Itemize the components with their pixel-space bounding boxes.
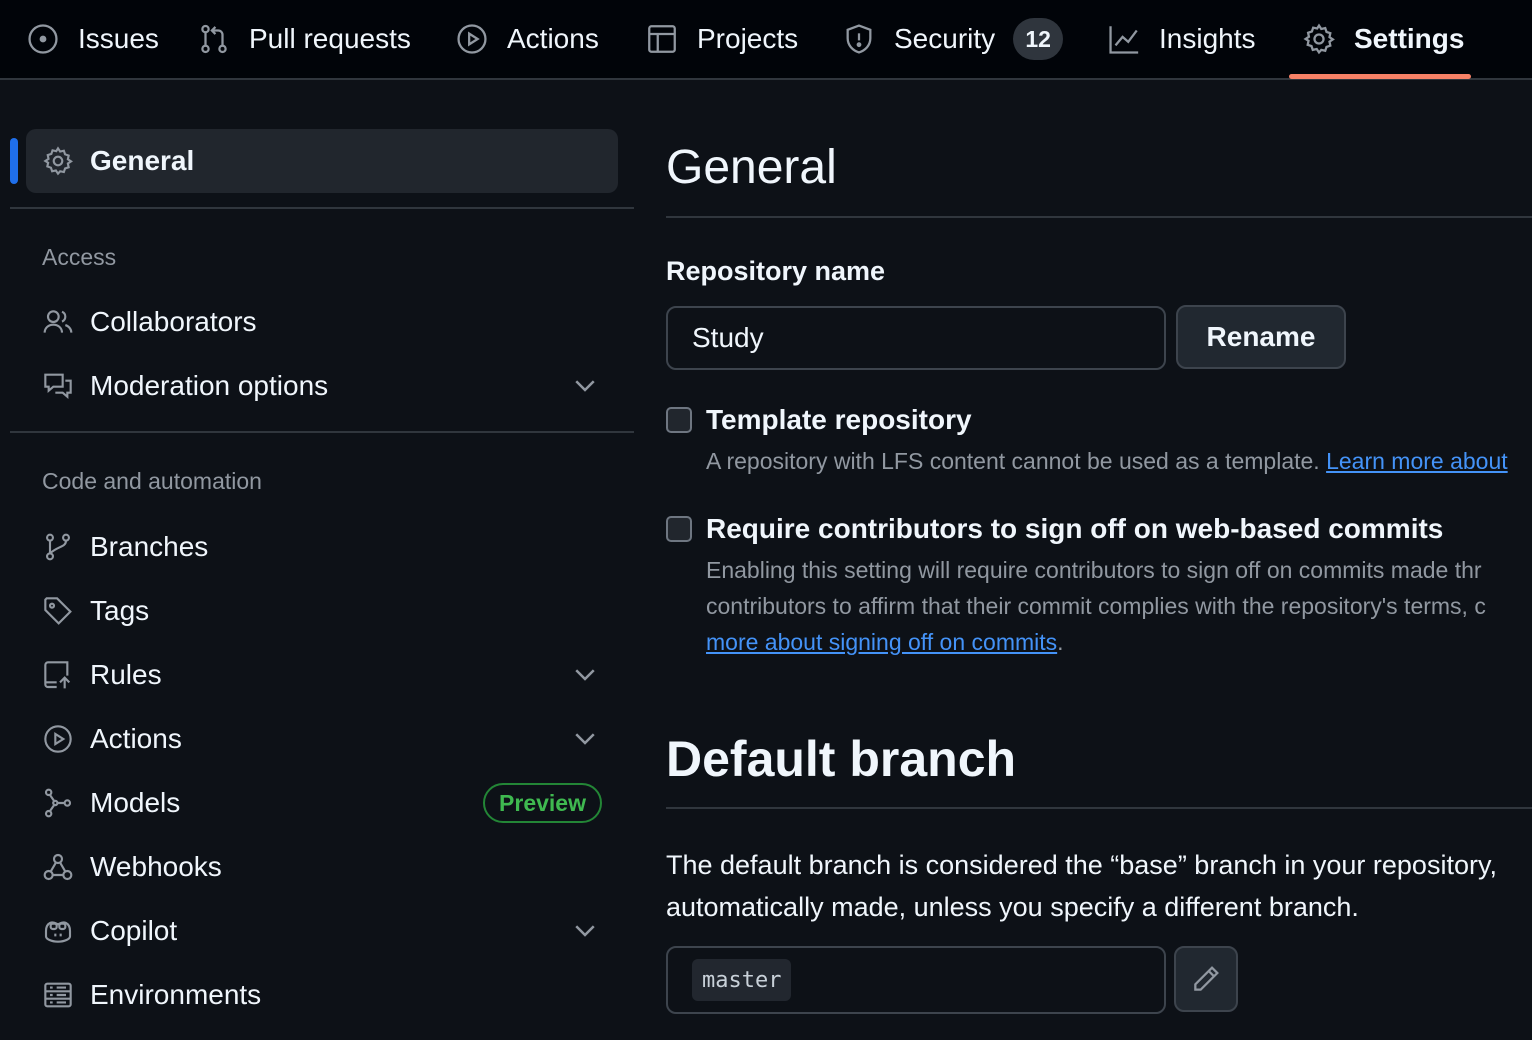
default-branch-field: master bbox=[666, 946, 1166, 1014]
sign-off-learn-more-link[interactable]: more about signing off on commits bbox=[706, 629, 1057, 655]
sidebar-item-branches[interactable]: Branches bbox=[26, 515, 618, 579]
settings-main: General Repository name Rename Template … bbox=[666, 80, 1532, 1040]
server-icon bbox=[44, 982, 72, 1008]
sidebar-item-label: Models bbox=[90, 787, 181, 818]
tab-issues-label: Issues bbox=[78, 23, 159, 54]
tab-actions-label: Actions bbox=[507, 23, 599, 54]
sign-off-checkbox[interactable] bbox=[666, 516, 692, 542]
git-pull-request-icon bbox=[201, 24, 227, 54]
copilot-icon bbox=[44, 921, 72, 943]
sidebar-item-actions[interactable]: Actions bbox=[26, 707, 618, 771]
sidebar-item-rules[interactable]: Rules bbox=[26, 643, 618, 707]
tab-settings[interactable]: Settings bbox=[1302, 0, 1464, 78]
chevron-down-icon bbox=[575, 380, 595, 392]
webhook-icon bbox=[43, 853, 73, 881]
sidebar-heading-access: Access bbox=[42, 244, 117, 270]
sidebar-item-collaborators[interactable]: Collaborators bbox=[26, 290, 618, 354]
active-tab-indicator bbox=[1289, 74, 1471, 79]
template-repository-note: A repository with LFS content cannot be … bbox=[706, 443, 1508, 479]
sidebar-item-environments[interactable]: Environments bbox=[26, 963, 618, 1027]
tab-insights[interactable]: Insights bbox=[1107, 0, 1256, 78]
tag-icon bbox=[44, 597, 72, 625]
comment-discussion-icon bbox=[44, 373, 72, 399]
sidebar-item-label: Tags bbox=[90, 595, 150, 626]
sidebar-item-label: Environments bbox=[90, 979, 262, 1010]
sidebar-item-moderation-options[interactable]: Moderation options bbox=[26, 354, 618, 418]
chevron-down-icon bbox=[575, 669, 595, 681]
tab-issues[interactable]: Issues bbox=[26, 0, 159, 78]
pencil-icon bbox=[1194, 966, 1219, 991]
template-repository-label: Template repository bbox=[706, 404, 972, 435]
gear-icon bbox=[43, 146, 73, 176]
learn-more-template-link[interactable]: Learn more about bbox=[1326, 448, 1508, 474]
sidebar-item-label: Branches bbox=[90, 531, 209, 562]
people-icon bbox=[43, 310, 73, 333]
sidebar-heading-code-automation: Code and automation bbox=[42, 468, 262, 494]
tab-actions[interactable]: Actions bbox=[455, 0, 599, 78]
repository-name-input[interactable] bbox=[666, 306, 1166, 370]
sidebar-item-label: Copilot bbox=[90, 915, 178, 946]
issue-opened-icon bbox=[28, 24, 58, 54]
tab-pull-requests[interactable]: Pull requests bbox=[197, 0, 411, 78]
security-alert-count: 12 bbox=[1013, 18, 1064, 60]
sidebar-item-label: Collaborators bbox=[90, 306, 257, 337]
tab-security[interactable]: Security 12 bbox=[842, 0, 1064, 78]
sidebar-item-label: General bbox=[90, 145, 195, 176]
tab-settings-label: Settings bbox=[1354, 23, 1465, 54]
tab-pull-requests-label: Pull requests bbox=[249, 23, 411, 54]
repository-name-label: Repository name bbox=[666, 256, 886, 286]
template-note-text: A repository with LFS content cannot be … bbox=[706, 448, 1320, 474]
repo-navigation: Issues Pull requests Actions Projects Se… bbox=[0, 0, 1532, 80]
sign-off-period: . bbox=[1057, 629, 1064, 655]
sign-off-note-line-2: contributors to affirm that their commit… bbox=[706, 593, 1486, 619]
sidebar-item-general[interactable]: General bbox=[26, 129, 618, 193]
sidebar-item-label: Actions bbox=[90, 723, 182, 754]
divider bbox=[666, 216, 1532, 218]
sidebar-item-webhooks[interactable]: Webhooks bbox=[26, 835, 618, 899]
page-title: General bbox=[666, 141, 837, 194]
rename-button[interactable]: Rename bbox=[1176, 305, 1346, 369]
description-line-1: The default branch is considered the “ba… bbox=[666, 850, 1497, 880]
default-branch-description: The default branch is considered the “ba… bbox=[666, 844, 1497, 928]
sidebar-item-label: Webhooks bbox=[90, 851, 222, 882]
shield-icon bbox=[846, 24, 872, 54]
sign-off-note-line-1: Enabling this setting will require contr… bbox=[706, 557, 1482, 583]
tab-projects[interactable]: Projects bbox=[645, 0, 798, 78]
sidebar-item-label: Moderation options bbox=[90, 370, 329, 401]
default-branch-title: Default branch bbox=[666, 731, 1017, 787]
chevron-down-icon bbox=[575, 733, 595, 745]
sidebar-item-tags[interactable]: Tags bbox=[26, 579, 618, 643]
edit-default-branch-button[interactable] bbox=[1174, 946, 1238, 1012]
tab-projects-label: Projects bbox=[697, 23, 799, 54]
gear-icon bbox=[1303, 23, 1335, 55]
chevron-down-icon bbox=[575, 925, 595, 937]
divider bbox=[10, 431, 634, 433]
tab-insights-label: Insights bbox=[1159, 23, 1256, 54]
divider bbox=[666, 807, 1532, 809]
table-icon bbox=[648, 25, 676, 53]
description-line-2: automatically made, unless you specify a… bbox=[666, 892, 1359, 922]
sign-off-label: Require contributors to sign off on web-… bbox=[706, 513, 1444, 544]
active-item-indicator bbox=[10, 138, 18, 184]
graph-icon bbox=[1109, 26, 1139, 54]
sidebar-item-label: Rules bbox=[90, 659, 162, 690]
repo-push-icon bbox=[44, 661, 71, 689]
default-branch-name: master bbox=[692, 959, 792, 1001]
divider bbox=[10, 207, 634, 209]
template-repository-checkbox[interactable] bbox=[666, 407, 692, 433]
sign-off-note-line-3: more about signing off on commits. bbox=[706, 624, 1064, 660]
settings-sidebar: General Access Collaborators Moderation … bbox=[0, 80, 640, 1040]
sidebar-item-models[interactable]: Models Preview bbox=[26, 771, 618, 835]
ai-model-icon bbox=[44, 788, 72, 818]
git-branch-icon bbox=[45, 533, 71, 561]
preview-badge: Preview bbox=[483, 783, 602, 823]
tab-security-label: Security bbox=[894, 23, 996, 54]
play-icon bbox=[44, 725, 72, 753]
play-icon bbox=[457, 24, 487, 54]
sidebar-item-copilot[interactable]: Copilot bbox=[26, 899, 618, 963]
